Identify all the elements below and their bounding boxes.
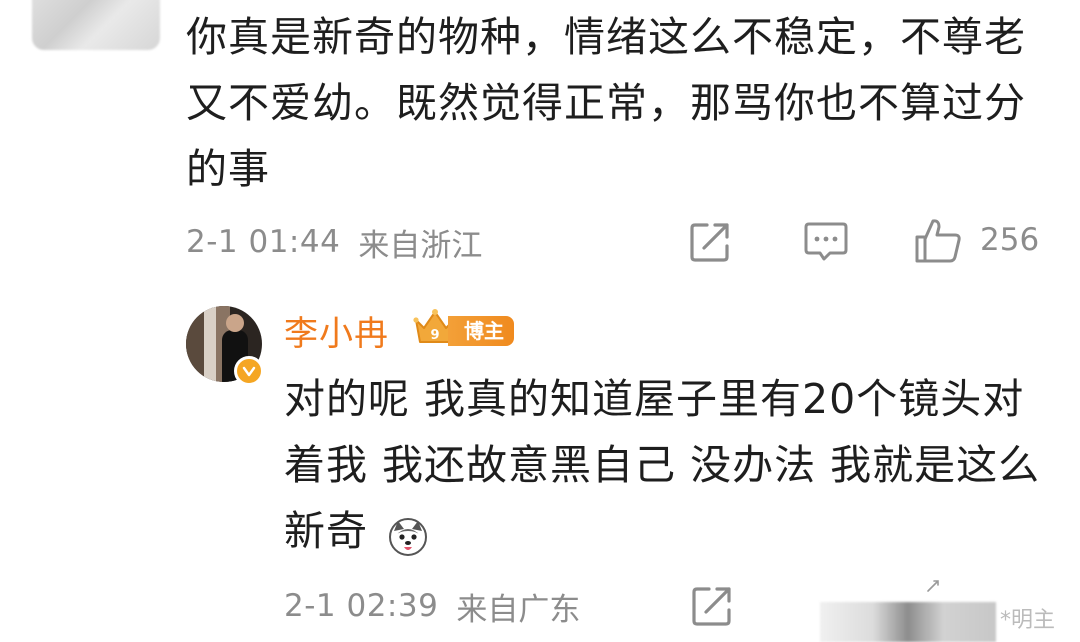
author-name[interactable]: 李小冉 (284, 306, 389, 355)
reply-timestamp: 2-1 02:39 (284, 588, 439, 624)
blurred-region (820, 602, 996, 642)
reply-location: 来自广东 (456, 591, 581, 628)
comment-text: 你真是新奇的物种，情绪这么不稳定，不尊老又不爱幼。既然觉得正常，那骂你也不算过分… (186, 13, 1026, 193)
verified-badge-icon (234, 356, 264, 386)
like-count: 256 (980, 222, 1040, 258)
comment-icon (804, 222, 848, 261)
share-icon (690, 223, 729, 262)
husky-emoji-icon (388, 510, 428, 556)
thumbs-up-icon (915, 219, 961, 263)
like-button[interactable] (912, 216, 964, 266)
reply-meta: 2-1 02:39 来自广东 (284, 586, 581, 628)
comment-button[interactable] (802, 220, 850, 264)
author-badge: 博主 (448, 316, 514, 346)
corner-mark-icon (926, 578, 940, 592)
comment-meta: 2-1 01:44 来自浙江 (186, 222, 483, 264)
share-icon (692, 587, 731, 626)
blurred-avatar[interactable] (32, 0, 160, 50)
crown-level-number: 9 (430, 328, 439, 343)
comment-timestamp: 2-1 01:44 (186, 224, 341, 260)
reply-share-button[interactable] (690, 584, 736, 628)
reply-text: 对的呢 我真的知道屋子里有20个镜头对着我 我还故意黑自己 没办法 我就是这么新… (284, 366, 1064, 564)
share-button[interactable] (688, 220, 734, 264)
watermark: *明主 (1000, 608, 1056, 633)
comment-location: 来自浙江 (358, 227, 483, 264)
